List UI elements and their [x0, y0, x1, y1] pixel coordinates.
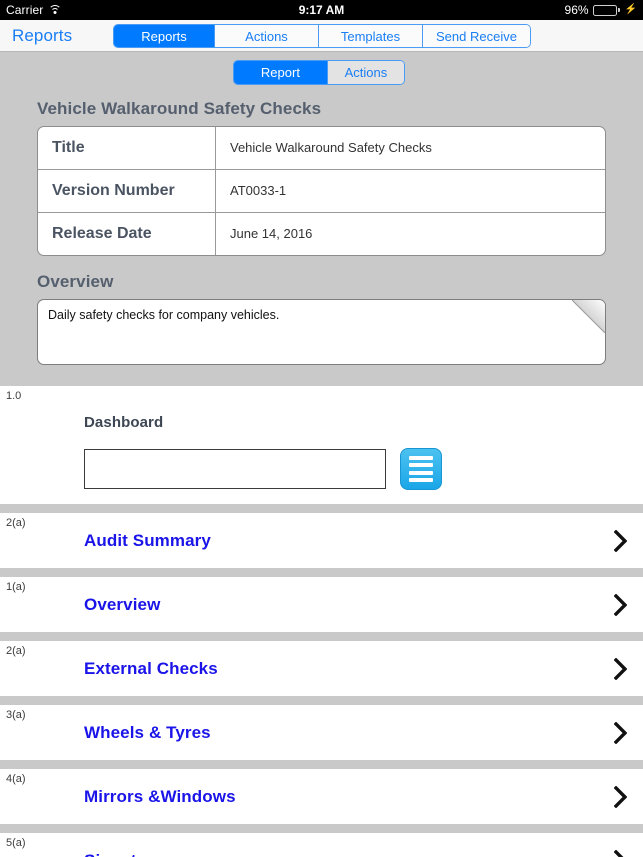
section-spacer: [0, 696, 643, 705]
list-item-label: Audit Summary: [84, 530, 211, 550]
list-item-label: Signature: [84, 851, 163, 857]
tab-reports[interactable]: Reports: [114, 25, 214, 47]
sub-segmented-control[interactable]: Report Actions: [233, 60, 405, 85]
list-item-label: External Checks: [84, 658, 218, 678]
chevron-right-icon[interactable]: [614, 849, 627, 857]
row-label-version: Version Number: [38, 170, 216, 212]
list-item-index: 2(a): [6, 645, 26, 657]
list-item-label: Wheels & Tyres: [84, 722, 211, 742]
dashboard-title: Dashboard: [84, 414, 164, 431]
section-spacer: [0, 632, 643, 641]
list-item-index: 2(a): [6, 517, 26, 529]
dashboard-input[interactable]: [84, 449, 386, 489]
page-curl-icon: [572, 300, 605, 333]
app-root: Carrier 9:17 AM 96% ⚡ Reports Reports Ac…: [0, 0, 643, 857]
wifi-icon: [48, 5, 62, 15]
list-item[interactable]: 2(a) External Checks: [0, 641, 643, 696]
status-bar-right: 96% ⚡: [565, 3, 637, 17]
main-segmented-control[interactable]: Reports Actions Templates Send Receive: [113, 24, 531, 48]
chevron-right-icon[interactable]: [614, 593, 627, 616]
chevron-right-icon[interactable]: [614, 785, 627, 808]
list-item[interactable]: 4(a) Mirrors &Windows: [0, 769, 643, 824]
battery-percent-label: 96%: [564, 3, 589, 17]
status-bar-clock: 9:17 AM: [298, 3, 345, 17]
dashboard-section: 1.0 Dashboard: [0, 386, 643, 504]
chevron-right-icon[interactable]: [614, 529, 627, 552]
section-spacer: [0, 568, 643, 577]
battery-icon: [592, 4, 620, 16]
navigation-bar: Reports Reports Actions Templates Send R…: [0, 20, 643, 52]
list-item[interactable]: 5(a) Signature: [0, 833, 643, 857]
section-list: 2(a) Audit Summary 1(a) Overview 2(a) Externa…: [0, 504, 643, 857]
row-value-release-date: June 14, 2016: [230, 226, 313, 241]
report-detail-panel: Vehicle Walkaround Safety Checks Title V…: [0, 87, 643, 377]
list-item-label: Overview: [84, 594, 161, 614]
chevron-right-icon[interactable]: [614, 721, 627, 744]
tab-actions[interactable]: Actions: [214, 25, 318, 47]
report-info-table: Title Vehicle Walkaround Safety Checks V…: [37, 126, 606, 256]
chevron-right-icon[interactable]: [614, 657, 627, 680]
row-label-release-date: Release Date: [38, 213, 216, 255]
list-item[interactable]: 1(a) Overview: [0, 577, 643, 632]
section-spacer: [0, 824, 643, 833]
table-row: Version Number AT0033-1: [38, 169, 605, 212]
overview-text: Daily safety checks for company vehicles…: [48, 308, 280, 322]
status-bar: Carrier 9:17 AM 96% ⚡: [0, 0, 643, 20]
list-item[interactable]: 3(a) Wheels & Tyres: [0, 705, 643, 760]
status-bar-left: Carrier: [6, 3, 62, 17]
row-value-version: AT0033-1: [230, 183, 287, 198]
subtab-report[interactable]: Report: [234, 61, 327, 84]
table-row: Release Date June 14, 2016: [38, 212, 605, 255]
row-value-title: Vehicle Walkaround Safety Checks: [230, 140, 432, 155]
overview-textarea[interactable]: Daily safety checks for company vehicles…: [37, 299, 606, 365]
subtab-actions[interactable]: Actions: [326, 61, 404, 84]
list-item-index: 3(a): [6, 709, 26, 721]
table-row: Title Vehicle Walkaround Safety Checks: [38, 127, 605, 169]
row-label-title: Title: [38, 127, 216, 169]
list-item-index: 5(a): [6, 837, 26, 849]
list-item-index: 1(a): [6, 581, 26, 593]
list-item-index: 4(a): [6, 773, 26, 785]
section-spacer: [0, 377, 643, 386]
overview-heading: Overview: [37, 272, 114, 291]
list-item[interactable]: 2(a) Audit Summary: [0, 513, 643, 568]
report-heading: Vehicle Walkaround Safety Checks: [37, 99, 322, 118]
tab-send-receive[interactable]: Send Receive: [422, 25, 530, 47]
section-spacer: [0, 504, 643, 513]
sub-segment-bar: Report Actions: [0, 52, 643, 87]
list-lines-icon[interactable]: [400, 448, 442, 490]
carrier-label: Carrier: [6, 3, 44, 17]
tab-templates[interactable]: Templates: [318, 25, 422, 47]
dashboard-index-label: 1.0: [6, 390, 22, 402]
lightning-bolt-icon: ⚡: [624, 4, 637, 15]
page-title: Reports: [12, 25, 73, 45]
section-spacer: [0, 760, 643, 769]
list-item-label: Mirrors &Windows: [84, 786, 236, 806]
